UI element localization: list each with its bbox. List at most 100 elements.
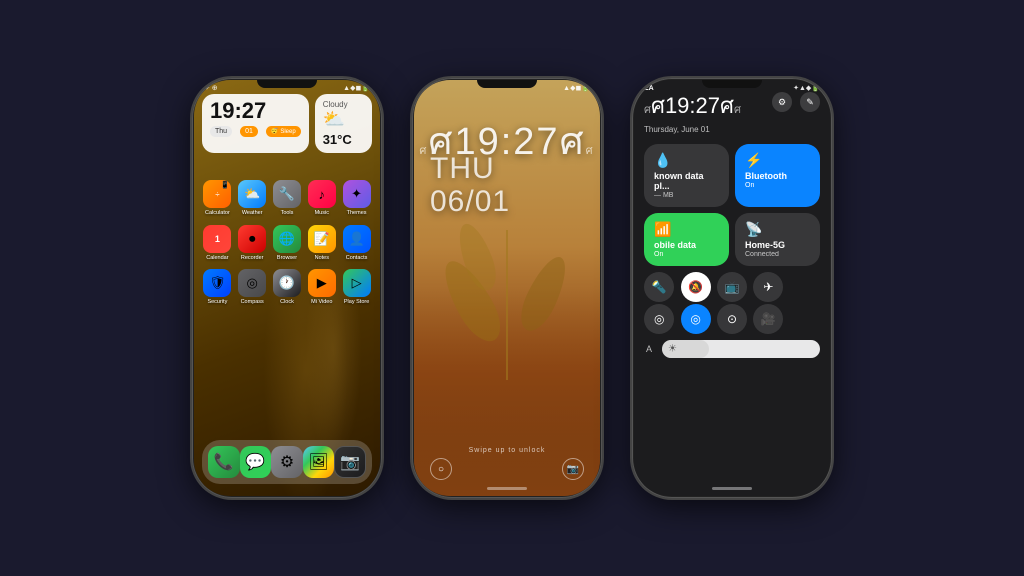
tools-icon: 🔧 xyxy=(273,180,301,208)
widget-clock[interactable]: 19:27 Thu 01 😴 Sleep xyxy=(202,94,309,153)
mobile-tile-label: obile data xyxy=(654,240,719,250)
browser-icon: 🌐 xyxy=(273,225,301,253)
notes-label: Notes xyxy=(315,255,329,262)
phone-home: ✦ ⊕ ▲◆◼🔋 19:27 Thu 01 😴 xyxy=(192,78,382,498)
weather-app-label: Weather xyxy=(242,210,263,217)
app-calendar[interactable]: 1 Calendar xyxy=(202,225,233,262)
app-music[interactable]: ♪ Music xyxy=(306,180,337,217)
app-compass[interactable]: ◎ Compass xyxy=(237,269,268,306)
calculator-icon: 📱 ÷ xyxy=(203,180,231,208)
cc-tile-mobile[interactable]: 📶 obile data On xyxy=(644,213,729,266)
home-indicator-cc xyxy=(712,487,752,490)
weather-icon: ⛅ xyxy=(323,109,364,130)
nfc-btn[interactable]: ◎ xyxy=(644,304,674,334)
app-browser[interactable]: 🌐 Browser xyxy=(272,225,303,262)
notch-lock xyxy=(477,80,537,88)
lock-bottom: Swipe up to unlock ○ 📷 xyxy=(414,447,600,480)
cc-header-icons: ⚙ ✎ xyxy=(772,92,820,112)
cc-user-label: EA xyxy=(644,85,654,92)
cc-tile-bluetooth[interactable]: ⚡ Bluetooth On xyxy=(735,144,820,207)
screencast-btn[interactable]: 📺 xyxy=(717,272,747,302)
widget-area: 19:27 Thu 01 😴 Sleep xyxy=(202,94,372,153)
cc-time-block: ศศ19:27ศศ Thursday, June 01 xyxy=(644,88,741,134)
app-clock[interactable]: 🕐 Clock xyxy=(272,269,303,306)
extra-btn[interactable] xyxy=(790,272,820,302)
flashlight-btn[interactable]: 🔦 xyxy=(644,272,674,302)
brightness-bar[interactable]: ☀ xyxy=(662,340,820,358)
cc-tile-data[interactable]: 💧 known data pl... — MB xyxy=(644,144,729,207)
recorder-label: Recorder xyxy=(241,255,264,262)
weather-temp: 31°C xyxy=(323,132,364,147)
calendar-label: Calendar xyxy=(206,255,228,262)
extra-btn2 xyxy=(790,304,820,334)
notch xyxy=(257,80,317,88)
dnd-btn[interactable]: 🔕 xyxy=(681,272,711,302)
airplane-btn[interactable]: ✈ xyxy=(753,272,783,302)
app-notes[interactable]: 📝 Notes xyxy=(306,225,337,262)
lock-torch-btn[interactable]: ○ xyxy=(430,458,452,480)
browser-label: Browser xyxy=(277,255,297,262)
notch-cc xyxy=(702,80,762,88)
data-tile-sub: — MB xyxy=(654,192,719,199)
calendar-icon: 1 xyxy=(203,225,231,253)
app-tools[interactable]: 🔧 Tools xyxy=(272,180,303,217)
bluetooth-tile-icon: ⚡ xyxy=(745,152,810,169)
brightness-a-label: A xyxy=(644,344,654,354)
music-label: Music xyxy=(315,210,329,217)
phone-control: EA ✦▲◆🔋 ศศ19:27ศศ Thursday, June 01 ⚙ ✎ xyxy=(632,78,832,498)
app-calculator[interactable]: 📱 ÷ Calculator xyxy=(202,180,233,217)
phone-lock: ▲◆◼🔋 ศศ19:27ศศ THU 06/01 Swipe up to unl… xyxy=(412,78,602,498)
brightness-icon: ☀ xyxy=(668,344,677,355)
music-icon: ♪ xyxy=(308,180,336,208)
cc-edit-icon[interactable]: ✎ xyxy=(800,92,820,112)
dock-phone[interactable]: 📞 xyxy=(208,446,240,478)
dock-gallery[interactable]: 🖼 xyxy=(303,446,335,478)
lock-background: ▲◆◼🔋 ศศ19:27ศศ THU 06/01 Swipe up to unl… xyxy=(414,80,600,496)
clock-time: 19:27 xyxy=(210,100,301,122)
dock-camera[interactable]: 📷 xyxy=(334,446,366,478)
cc-round-buttons-row1: 🔦 🔕 📺 ✈ xyxy=(644,272,820,302)
contacts-icon: 👤 xyxy=(343,225,371,253)
cc-tiles: 💧 known data pl... — MB ⚡ Bluetooth On 📶… xyxy=(644,144,820,266)
data-tile-label: known data pl... xyxy=(654,171,719,191)
security-icon: 🛡 xyxy=(203,269,231,297)
video-record-btn[interactable]: 🎥 xyxy=(753,304,783,334)
cc-settings-icon[interactable]: ⚙ xyxy=(772,92,792,112)
clock-day: Thu xyxy=(210,126,232,137)
app-security[interactable]: 🛡 Security xyxy=(202,269,233,306)
cc-brightness: A ☀ xyxy=(644,340,820,358)
app-themes[interactable]: ✦ Themes xyxy=(341,180,372,217)
cc-tile-wifi[interactable]: 📡 Home-5G Connected xyxy=(735,213,820,266)
clock-icon: 🕐 xyxy=(273,269,301,297)
dock-messages[interactable]: 💬 xyxy=(240,446,272,478)
video-label: Mi Video xyxy=(311,299,332,306)
app-playstore[interactable]: ▷ Play Store xyxy=(341,269,372,306)
swipe-hint: Swipe up to unlock xyxy=(469,447,546,454)
app-recorder[interactable]: ⏺ Recorder xyxy=(237,225,268,262)
app-contacts[interactable]: 👤 Contacts xyxy=(341,225,372,262)
clock-label: Clock xyxy=(280,299,294,306)
mobile-tile-icon: 📶 xyxy=(654,221,719,238)
sleep-button[interactable]: 😴 Sleep xyxy=(266,126,301,137)
weather-label: Cloudy xyxy=(323,100,364,109)
lock-screen: ▲◆◼🔋 ศศ19:27ศศ THU 06/01 Swipe up to unl… xyxy=(414,80,600,496)
widget-weather[interactable]: Cloudy ⛅ 31°C xyxy=(315,94,372,153)
themes-label: Themes xyxy=(347,210,367,217)
lock-date-num: 06/01 xyxy=(430,185,510,218)
focus-btn[interactable]: ⊙ xyxy=(717,304,747,334)
app-weather[interactable]: ⛅ Weather xyxy=(237,180,268,217)
location-btn[interactable]: ◎ xyxy=(681,304,711,334)
cc-date: Thursday, June 01 xyxy=(644,125,741,134)
app-video[interactable]: ▶ Mi Video xyxy=(306,269,337,306)
weather-app-icon: ⛅ xyxy=(238,180,266,208)
data-tile-icon: 💧 xyxy=(654,152,719,169)
wifi-tile-label: Home-5G xyxy=(745,240,810,250)
lock-camera-btn[interactable]: 📷 xyxy=(562,458,584,480)
tools-label: Tools xyxy=(281,210,294,217)
contacts-label: Contacts xyxy=(346,255,368,262)
playstore-icon: ▷ xyxy=(343,269,371,297)
lock-day: THU xyxy=(430,152,510,185)
control-background: EA ✦▲◆🔋 ศศ19:27ศศ Thursday, June 01 ⚙ ✎ xyxy=(634,80,830,496)
dock-settings[interactable]: ⚙ xyxy=(271,446,303,478)
wifi-tile-icon: 📡 xyxy=(745,221,810,238)
